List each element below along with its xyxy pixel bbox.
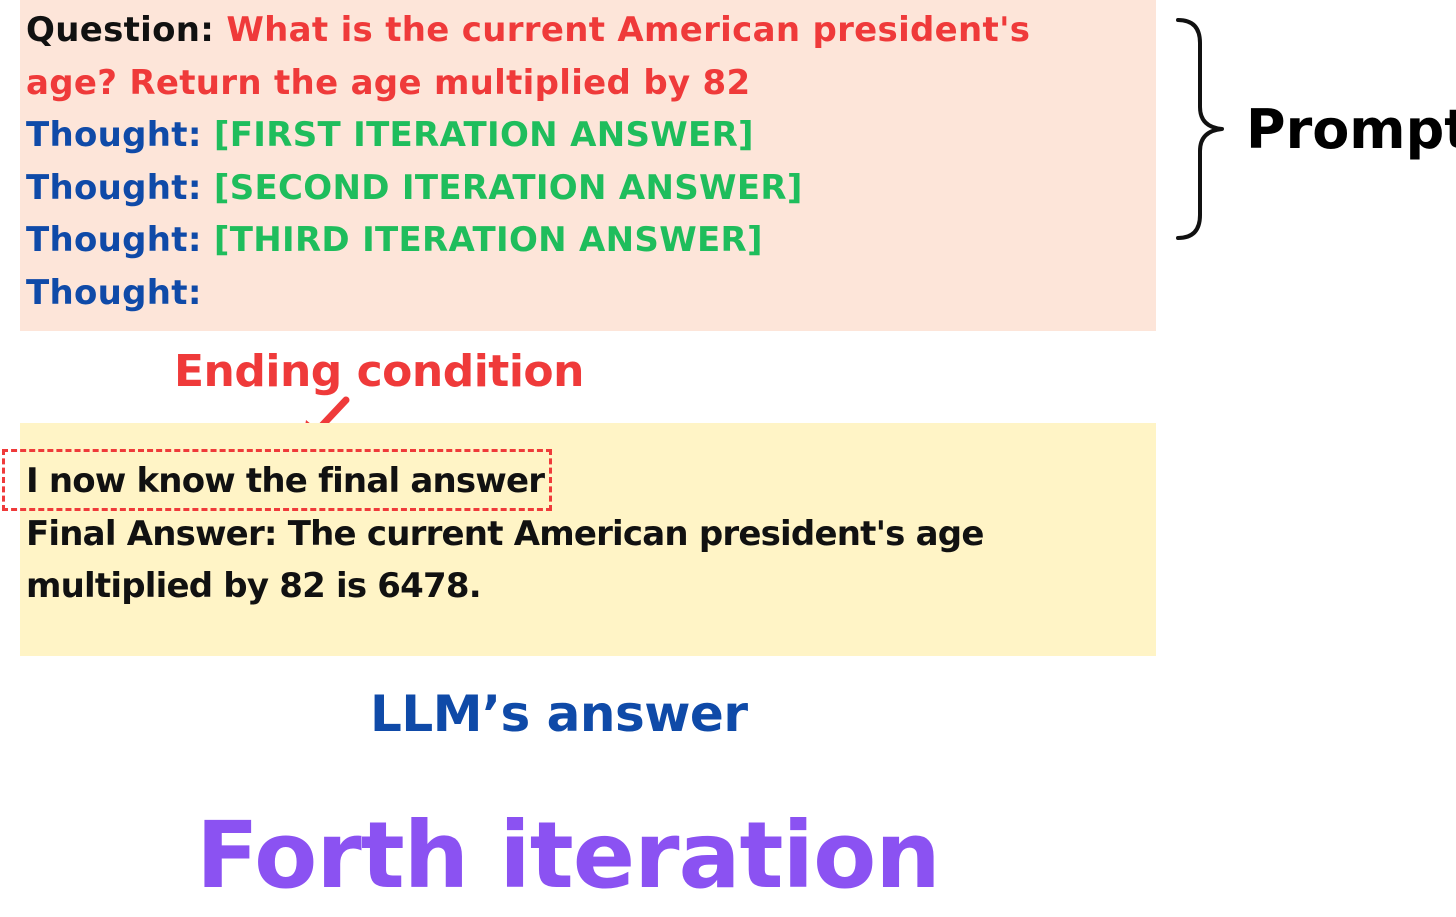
question-text-part-1: What is the current American president's <box>226 10 1031 50</box>
prompt-text: Question: What is the current American p… <box>26 4 1030 319</box>
highlighted-line: I now know the final answer <box>26 461 545 501</box>
question-line-2: age? Return the age multiplied by 82 <box>26 62 751 103</box>
thought-value: [FIRST ITERATION ANSWER] <box>213 115 754 155</box>
thought-line-1: Thought: [FIRST ITERATION ANSWER] <box>26 109 1030 162</box>
thought-value: [SECOND ITERATION ANSWER] <box>213 167 803 208</box>
thought-line-3: Thought: [THIRD ITERATION ANSWER] <box>26 214 1030 267</box>
thought-label: Thought: <box>26 272 202 313</box>
thought-label: Thought: <box>26 167 202 208</box>
thought-label: Thought: <box>26 115 202 155</box>
thought-label: Thought: <box>26 220 202 260</box>
ending-condition-label: Ending condition <box>174 346 584 397</box>
final-answer-line-2: multiplied by 82 is 6478. <box>26 566 482 606</box>
iteration-title: Forth iteration <box>196 802 941 909</box>
thought-value: [THIRD ITERATION ANSWER] <box>213 220 763 260</box>
question-label: Question: <box>26 10 215 50</box>
right-curly-brace-icon <box>1176 18 1224 240</box>
thought-line-2: Thought: [SECOND ITERATION ANSWER] <box>26 162 1030 215</box>
llm-answer-caption: LLM’s answer <box>370 685 748 743</box>
prompt-label: Prompt <box>1246 98 1456 161</box>
thought-line-4: Thought: <box>26 267 1030 320</box>
question-line-1: Question: What is the current American p… <box>26 4 1030 57</box>
answer-text: I now know the final answer Final Answer… <box>26 455 984 613</box>
final-answer-line-1: Final Answer: The current American presi… <box>26 513 984 554</box>
